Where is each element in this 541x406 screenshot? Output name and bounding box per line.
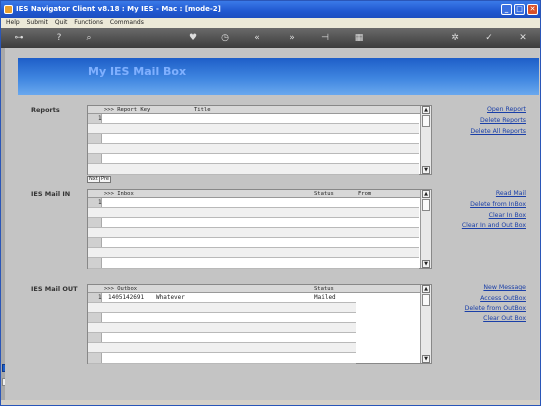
menu-commands[interactable]: Commands bbox=[110, 19, 144, 26]
mail-in-section-label: IES Mail IN bbox=[31, 190, 71, 198]
minimize-button[interactable]: _ bbox=[501, 4, 512, 15]
title-bar: IES Navigator Client v8.18 : My IES - Ma… bbox=[1, 1, 540, 18]
outbox-grid: >>> Outbox Status 1 1405142691 Whatever Mai… bbox=[87, 284, 432, 364]
outbox-id-cell: 1405142691 bbox=[108, 294, 145, 301]
settings-icon[interactable]: ✲ bbox=[449, 32, 461, 44]
close-window-button[interactable]: ✕ bbox=[527, 4, 538, 15]
menu-functions[interactable]: Functions bbox=[74, 19, 103, 26]
table-row[interactable] bbox=[88, 144, 419, 154]
column-status: Status bbox=[314, 286, 334, 292]
table-row[interactable] bbox=[88, 353, 356, 364]
reports-section-label: Reports bbox=[31, 106, 60, 114]
toolbar: ⊶ ? ⌕ ♥ ◷ « » ⊣ ▦ ✲ ✓ ✕ bbox=[1, 28, 540, 48]
page-title: My IES Mail Box bbox=[88, 65, 187, 78]
scroll-up-arrow[interactable]: ▲ bbox=[422, 285, 430, 293]
table-row[interactable] bbox=[88, 228, 419, 238]
scroll-up-arrow[interactable]: ▲ bbox=[422, 190, 430, 198]
outbox-grid-header: >>> Outbox Status bbox=[88, 285, 431, 293]
scroll-thumb[interactable] bbox=[422, 199, 430, 211]
new-message-link[interactable]: New Message bbox=[483, 284, 526, 291]
table-row[interactable] bbox=[88, 333, 356, 343]
rewind-icon[interactable]: « bbox=[251, 32, 263, 44]
row-number: 1 bbox=[98, 115, 102, 122]
main-content: My IES Mail Box Reports >>> Report Key T… bbox=[5, 48, 539, 400]
reports-scrollbar[interactable]: ▲ ▼ bbox=[420, 106, 431, 174]
outbox-subject-cell: Whatever bbox=[156, 294, 185, 301]
table-row[interactable] bbox=[88, 323, 356, 333]
column-from: From bbox=[358, 191, 372, 197]
table-row[interactable] bbox=[88, 154, 419, 164]
table-row[interactable] bbox=[88, 238, 419, 248]
table-row[interactable] bbox=[88, 303, 356, 313]
mail-out-section-label: IES Mail OUT bbox=[31, 285, 78, 293]
table-row[interactable] bbox=[88, 258, 419, 269]
app-icon bbox=[4, 5, 13, 14]
page-banner: My IES Mail Box bbox=[18, 58, 539, 95]
column-outbox: >>> Outbox bbox=[104, 286, 138, 292]
clock-icon[interactable]: ◷ bbox=[219, 32, 231, 44]
column-report-key: >>> Report Key bbox=[104, 107, 151, 113]
key-icon[interactable]: ⊶ bbox=[13, 32, 25, 44]
table-row[interactable] bbox=[88, 313, 356, 323]
window-title: IES Navigator Client v8.18 : My IES - Ma… bbox=[16, 5, 221, 13]
table-row[interactable]: 1 bbox=[88, 198, 419, 208]
column-status: Status bbox=[314, 191, 334, 197]
table-row[interactable]: 1 1405142691 Whatever Mailed bbox=[88, 293, 356, 303]
delete-from-inbox-link[interactable]: Delete from InBox bbox=[470, 201, 526, 208]
menu-bar: Help Submit Quit Functions Commands bbox=[1, 18, 540, 28]
clear-in-and-out-box-link[interactable]: Clear In and Out Box bbox=[462, 222, 526, 229]
scroll-thumb[interactable] bbox=[422, 294, 430, 306]
column-inbox: >>> Inbox bbox=[104, 191, 134, 197]
delete-from-outbox-link[interactable]: Delete from OutBox bbox=[465, 305, 526, 312]
reports-grid: >>> Report Key Title 1 ▲ ▼ bbox=[87, 105, 432, 175]
search-icon[interactable]: ⌕ bbox=[83, 32, 95, 44]
table-row[interactable] bbox=[88, 208, 419, 218]
delete-all-reports-link[interactable]: Delete All Reports bbox=[470, 128, 526, 135]
clear-inbox-link[interactable]: Clear In Box bbox=[489, 212, 526, 219]
previous-page-button[interactable]: Pre bbox=[99, 176, 111, 183]
heart-icon[interactable]: ♥ bbox=[187, 32, 199, 44]
fast-forward-icon[interactable]: » bbox=[286, 32, 298, 44]
reports-grid-header: >>> Report Key Title bbox=[88, 106, 431, 114]
next-page-button[interactable]: Nxt bbox=[87, 176, 100, 183]
table-row[interactable] bbox=[88, 134, 419, 144]
table-row[interactable] bbox=[88, 218, 419, 228]
delete-reports-link[interactable]: Delete Reports bbox=[480, 117, 526, 124]
menu-help[interactable]: Help bbox=[6, 19, 20, 26]
outbox-scrollbar[interactable]: ▲ ▼ bbox=[420, 285, 431, 363]
menu-quit[interactable]: Quit bbox=[55, 19, 68, 26]
row-number: 1 bbox=[98, 199, 102, 206]
scroll-down-arrow[interactable]: ▼ bbox=[422, 260, 430, 268]
outbox-status-cell: Mailed bbox=[314, 294, 336, 301]
inbox-grid: >>> Inbox Status From 1 ▲ ▼ bbox=[87, 189, 432, 269]
inbox-scrollbar[interactable]: ▲ ▼ bbox=[420, 190, 431, 268]
close-icon[interactable]: ✕ bbox=[517, 32, 529, 44]
scroll-thumb[interactable] bbox=[422, 115, 430, 127]
table-row[interactable] bbox=[88, 124, 419, 134]
menu-submit[interactable]: Submit bbox=[27, 19, 48, 26]
inbox-grid-header: >>> Inbox Status From bbox=[88, 190, 431, 198]
check-icon[interactable]: ✓ bbox=[483, 32, 495, 44]
table-row[interactable] bbox=[88, 248, 419, 258]
step-icon[interactable]: ⊣ bbox=[319, 32, 331, 44]
open-report-link[interactable]: Open Report bbox=[487, 106, 526, 113]
scroll-down-arrow[interactable]: ▼ bbox=[422, 166, 430, 174]
row-number: 1 bbox=[98, 294, 102, 301]
scroll-up-arrow[interactable]: ▲ bbox=[422, 106, 430, 114]
help-icon[interactable]: ? bbox=[53, 32, 65, 44]
status-bar bbox=[1, 400, 540, 405]
table-row[interactable] bbox=[88, 164, 419, 175]
table-row[interactable] bbox=[88, 343, 356, 353]
list-icon[interactable]: ▦ bbox=[353, 32, 365, 44]
column-title: Title bbox=[194, 107, 211, 113]
access-outbox-link[interactable]: Access OutBox bbox=[480, 295, 526, 302]
table-row[interactable]: 1 bbox=[88, 114, 419, 124]
clear-outbox-link[interactable]: Clear Out Box bbox=[483, 315, 526, 322]
application-window: IES Navigator Client v8.18 : My IES - Ma… bbox=[0, 0, 541, 406]
read-mail-link[interactable]: Read Mail bbox=[496, 190, 526, 197]
scroll-down-arrow[interactable]: ▼ bbox=[422, 355, 430, 363]
maximize-button[interactable]: □ bbox=[514, 4, 525, 15]
